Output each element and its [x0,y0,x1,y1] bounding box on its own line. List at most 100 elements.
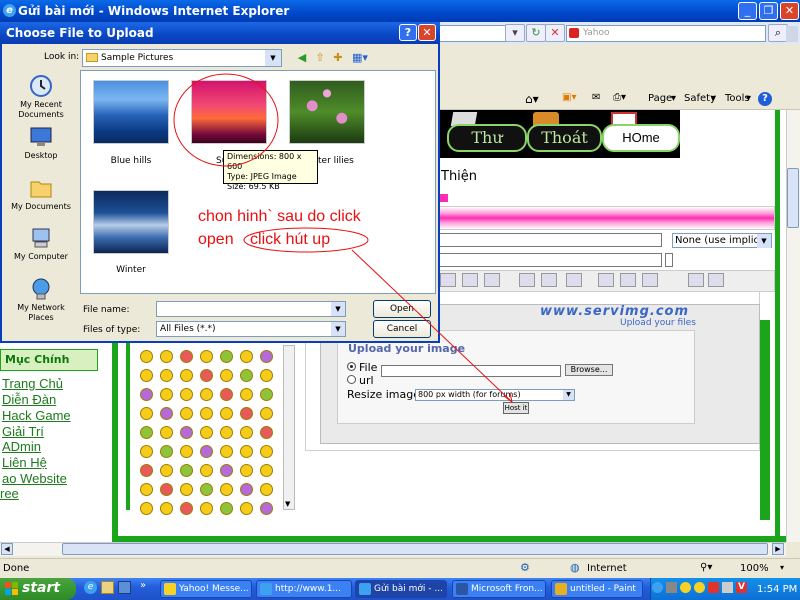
mail-icon[interactable]: ✉ [592,92,600,103]
emoticon-icon[interactable] [220,350,233,363]
thumb-sunset[interactable] [191,80,267,144]
sidebar-link-lien-he[interactable]: Liên Hệ [2,455,47,470]
thumb-blue-hills[interactable] [93,80,169,144]
emoticon-icon[interactable] [260,350,273,363]
media-icon[interactable] [708,273,724,287]
emoticon-icon[interactable] [200,388,213,401]
subject-input[interactable] [420,233,662,247]
views-menu-icon[interactable]: ▦▾ [350,50,370,66]
emoticon-icon[interactable] [220,483,233,496]
scroll-left-icon[interactable]: ◀ [1,543,13,555]
browse-button[interactable]: Browse... [565,364,613,376]
sidebar-link-website[interactable]: ao Website [2,471,67,486]
emoticon-icon[interactable] [200,464,213,477]
image-icon[interactable] [688,273,704,287]
emoticon-icon[interactable] [140,464,153,477]
search-go-icon[interactable]: ⌕ [768,24,788,42]
emoticon-icon[interactable] [260,445,273,458]
task-browser-1[interactable]: http://www.1... [256,580,352,598]
place-recent[interactable]: My Recent Documents [6,74,76,120]
nav-thu[interactable]: Thư [447,124,527,152]
up-folder-icon[interactable]: ⇧ [312,50,328,66]
emoticon-icon[interactable] [220,426,233,439]
refresh-icon[interactable]: ↻ [526,24,546,42]
emoticon-icon[interactable] [140,407,153,420]
emoticon-icon[interactable] [220,407,233,420]
emoticon-icon[interactable] [180,483,193,496]
task-yahoo-messenger[interactable]: Yahoo! Messe... [160,580,252,598]
emoticon-icon[interactable] [220,369,233,382]
thumb-winter[interactable] [93,190,169,254]
list-unordered-icon[interactable] [541,273,557,287]
spoiler-icon[interactable] [642,273,658,287]
emoticon-icon[interactable] [260,407,273,420]
emoticon-icon[interactable] [160,426,173,439]
nav-home[interactable]: HOme [602,124,680,152]
description-input[interactable] [420,253,662,267]
sidebar-link-free[interactable]: ree [0,486,19,501]
tray-smiley-icon[interactable] [694,582,705,593]
zoom-level[interactable]: 100% [740,563,769,574]
quicklaunch-ie-icon[interactable]: e [84,581,97,594]
quicklaunch-media-icon[interactable] [118,581,131,594]
emoticon-icon[interactable] [160,350,173,363]
emoticon-icon[interactable] [180,350,193,363]
emoticon-icon[interactable] [160,464,173,477]
emoticon-icon[interactable] [260,502,273,515]
resize-select[interactable]: 800 px width (for forums) ▼ [415,389,575,401]
emoticon-icon[interactable] [140,350,153,363]
emoticon-icon[interactable] [180,502,193,515]
nav-thoat[interactable]: Thoát [527,124,602,152]
open-button[interactable]: Open [373,300,431,318]
emoticon-icon[interactable] [240,426,253,439]
sidebar-link-dien-dan[interactable]: Diễn Đàn [2,392,56,407]
emoticon-icon[interactable] [140,369,153,382]
emoticon-icon[interactable] [200,369,213,382]
file-path-input[interactable] [381,365,561,377]
emoticon-icon[interactable] [200,502,213,515]
task-frontpage[interactable]: Microsoft Fron... [452,580,546,598]
post-icon-select[interactable]: None (use implicit) ▼ [672,233,772,248]
emoticon-icon[interactable] [180,369,193,382]
emoticon-scrollbar[interactable] [283,345,295,510]
emoticon-icon[interactable] [180,445,193,458]
quicklaunch-expand-icon[interactable]: » [140,580,146,591]
emoticon-icon[interactable] [260,388,273,401]
emoticon-icon[interactable] [260,426,273,439]
emoticon-icon[interactable] [160,407,173,420]
look-in-select[interactable]: Sample Pictures ▼ [82,49,282,67]
home-icon[interactable]: ⌂▾ [525,92,539,106]
search-input[interactable]: Yahoo [566,25,766,42]
place-desktop[interactable]: Desktop [6,125,76,161]
emoticon-icon[interactable] [140,483,153,496]
emoticon-icon[interactable] [240,464,253,477]
new-folder-icon[interactable]: ✚ [330,50,346,66]
sidebar-link-trang-chu[interactable]: Trang Chủ [2,376,63,391]
emoticon-icon[interactable] [260,369,273,382]
emoticon-scroll-down-icon[interactable]: ▼ [285,500,294,509]
quote-icon[interactable] [598,273,614,287]
place-my-documents[interactable]: My Documents [6,176,76,212]
page-menu[interactable]: Page [648,93,672,104]
protected-mode-icon[interactable]: ⚲▾ [700,562,712,573]
list-ordered-icon[interactable] [519,273,535,287]
host-it-button[interactable]: Host it [503,402,529,414]
tray-ie-icon[interactable] [652,582,663,593]
file-name-input[interactable]: ▼ [156,301,346,317]
sidebar-link-giai-tri[interactable]: Giải Trí [2,424,44,439]
align-right-icon[interactable] [484,273,500,287]
emoticon-icon[interactable] [220,502,233,515]
emoticon-icon[interactable] [160,502,173,515]
sidebar-link-admin[interactable]: ADmin [2,439,41,454]
tray-network-icon[interactable] [666,582,677,593]
emoticon-icon[interactable] [240,369,253,382]
emoticon-icon[interactable] [200,426,213,439]
emoticon-icon[interactable] [200,350,213,363]
emoticon-icon[interactable] [240,502,253,515]
emoticon-icon[interactable] [140,388,153,401]
emoticon-icon[interactable] [200,483,213,496]
feeds-icon[interactable]: ▣▾ [562,92,576,103]
back-icon[interactable]: ◀ [294,50,310,66]
maximize-button[interactable]: ❐ [759,2,778,20]
minimize-button[interactable]: _ [738,2,757,20]
